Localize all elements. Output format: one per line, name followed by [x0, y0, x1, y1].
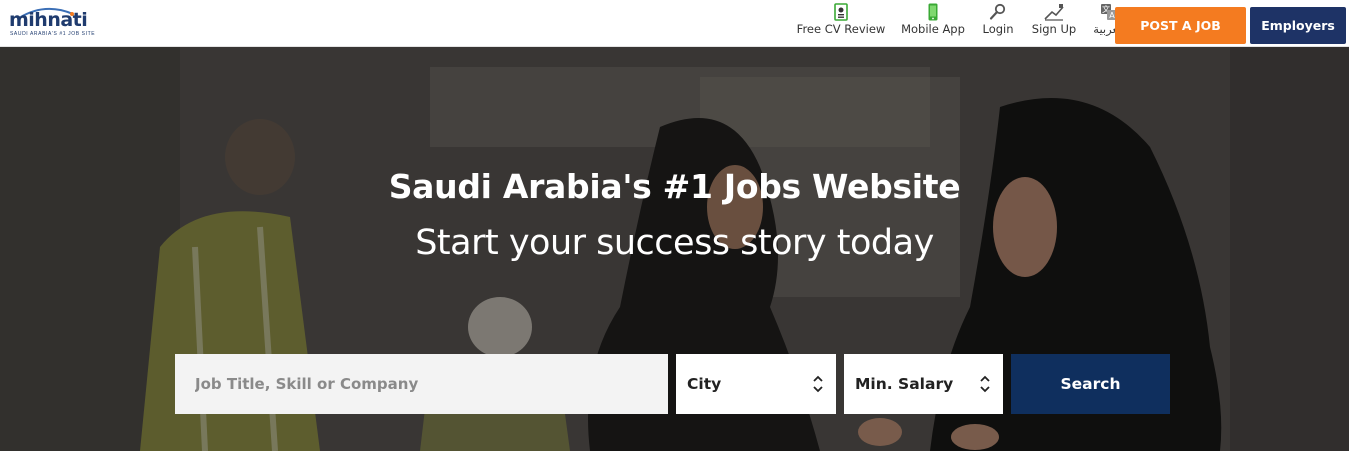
hero-subline: Start your success story today: [415, 223, 934, 263]
pen-signup-icon: [1044, 4, 1064, 21]
search-button[interactable]: Search: [1011, 354, 1170, 414]
nav-sign-up[interactable]: Sign Up: [1030, 3, 1078, 43]
city-select-value: City: [687, 375, 722, 393]
nav-mobile-app[interactable]: Mobile App: [899, 3, 967, 43]
updown-chevron-icon: [980, 375, 990, 393]
post-a-job-button[interactable]: POST A JOB: [1115, 7, 1246, 44]
cv-document-icon: [834, 3, 848, 21]
mihnati-logo[interactable]: mihnati SAUDI ARABIA'S #1 JOB SITE: [9, 4, 99, 42]
nav-sign-up-label: Sign Up: [1031, 22, 1077, 36]
hero-headline: Saudi Arabia's #1 Jobs Website: [388, 167, 961, 206]
min-salary-select[interactable]: Min. Salary: [844, 354, 1003, 414]
logo-tagline: SAUDI ARABIA'S #1 JOB SITE: [10, 31, 96, 37]
nav-login[interactable]: Login: [980, 3, 1016, 43]
logo-wordmark: mihnati: [9, 9, 88, 31]
nav-free-cv-review[interactable]: Free CV Review: [796, 3, 886, 43]
nav-free-cv-review-label: Free CV Review: [796, 22, 886, 36]
employers-button[interactable]: Employers: [1250, 7, 1346, 44]
city-select[interactable]: City: [676, 354, 836, 414]
hero-banner: Saudi Arabia's #1 Jobs Website Start you…: [0, 47, 1349, 451]
top-header: mihnati SAUDI ARABIA'S #1 JOB SITE Free …: [0, 0, 1349, 47]
mobile-phone-icon: [928, 3, 938, 21]
nav-login-label: Login: [982, 22, 1014, 36]
job-keyword-input[interactable]: [175, 354, 668, 414]
nav-mobile-app-label: Mobile App: [901, 22, 965, 36]
magnifier-key-icon: [989, 3, 1006, 20]
min-salary-select-value: Min. Salary: [855, 375, 954, 393]
updown-chevron-icon: [813, 375, 823, 393]
